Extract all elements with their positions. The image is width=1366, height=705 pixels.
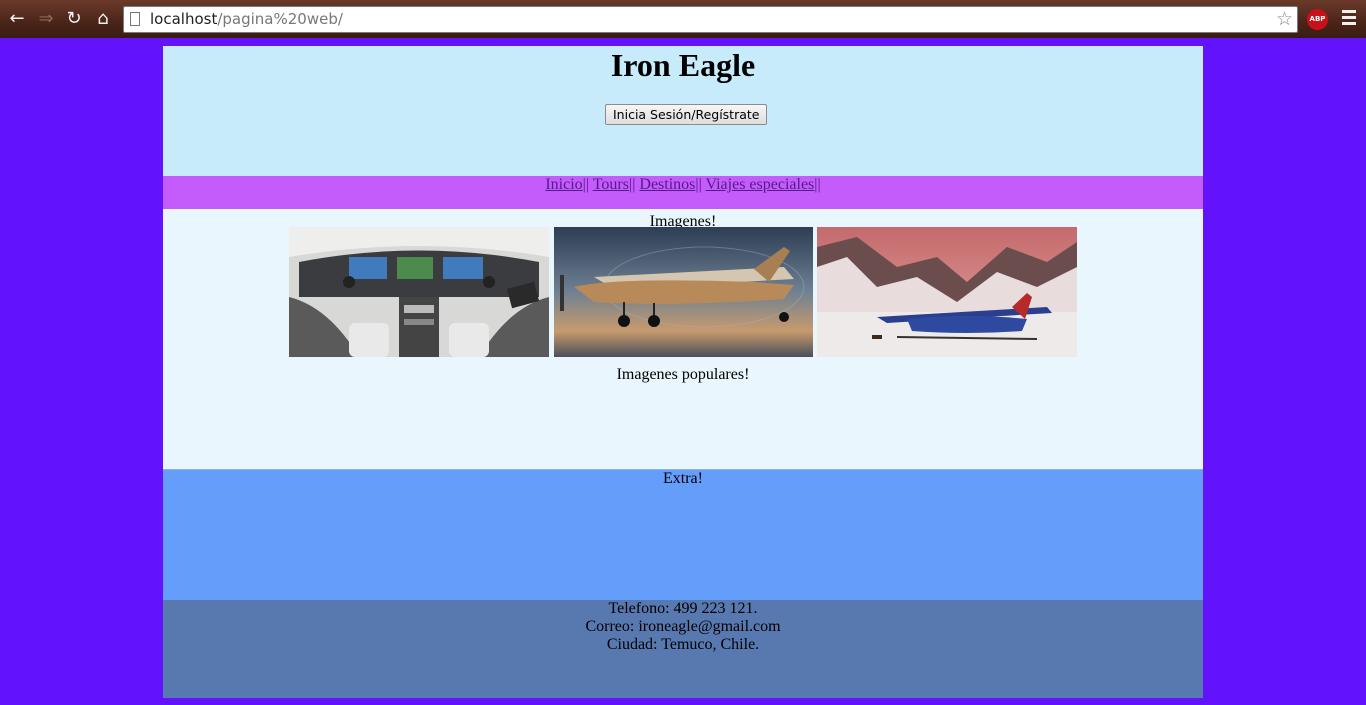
login-register-button[interactable]: Inicia Sesión/Regístrate bbox=[605, 104, 768, 125]
nav-separator: || bbox=[582, 176, 590, 193]
home-icon[interactable]: ⌂ bbox=[92, 8, 114, 30]
adblock-extension-icon[interactable]: ABP bbox=[1307, 9, 1328, 30]
footer: Telefono: 499 223 121. Correo: ironeagle… bbox=[163, 600, 1203, 698]
popular-images-title: Imagenes populares! bbox=[616, 366, 750, 383]
nav-link-destinos[interactable]: Destinos bbox=[639, 176, 695, 193]
address-url: localhost/pagina%20web/ bbox=[150, 10, 343, 28]
footer-city: Ciudad: Temuco, Chile. bbox=[606, 636, 760, 653]
footer-phone: Telefono: 499 223 121. bbox=[608, 600, 758, 617]
page-icon bbox=[130, 12, 140, 26]
page-container: Iron Eagle Inicia Sesión/Regístrate Inic… bbox=[163, 46, 1203, 698]
menu-icon[interactable] bbox=[1342, 10, 1356, 28]
reload-icon[interactable]: ↻ bbox=[63, 8, 85, 30]
footer-email: Correo: ironeagle@gmail.com bbox=[585, 618, 781, 635]
gallery-section: Imagenes! Imagenes populares! bbox=[163, 209, 1203, 469]
header: Iron Eagle Inicia Sesión/Regístrate bbox=[163, 46, 1203, 176]
extra-section: Extra! bbox=[163, 469, 1203, 600]
nav-link-viajes-especiales[interactable]: Viajes especiales bbox=[706, 176, 815, 193]
nav-separator: || bbox=[628, 176, 636, 193]
site-title: Iron Eagle bbox=[610, 47, 756, 83]
nav-link-tours[interactable]: Tours bbox=[593, 176, 629, 193]
back-arrow-icon[interactable]: ← bbox=[6, 8, 28, 30]
plane-flight-image[interactable] bbox=[554, 227, 813, 357]
forward-arrow-icon[interactable]: ⇒ bbox=[35, 8, 57, 30]
address-bar[interactable]: localhost/pagina%20web/ ☆ bbox=[123, 6, 1298, 33]
nav-link-inicio[interactable]: Inicio bbox=[545, 176, 582, 193]
browser-toolbar: ← ⇒ ↻ ⌂ localhost/pagina%20web/ ☆ ABP bbox=[0, 0, 1366, 38]
snow-plane-image[interactable] bbox=[817, 227, 1077, 357]
nav-bar: Inicio|| Tours|| Destinos|| Viajes espec… bbox=[163, 176, 1203, 209]
nav-separator: || bbox=[695, 176, 702, 193]
extra-title: Extra! bbox=[663, 470, 703, 487]
bookmark-star-icon[interactable]: ☆ bbox=[1276, 8, 1293, 30]
nav-separator: || bbox=[814, 176, 821, 193]
cockpit-image[interactable] bbox=[289, 227, 549, 357]
